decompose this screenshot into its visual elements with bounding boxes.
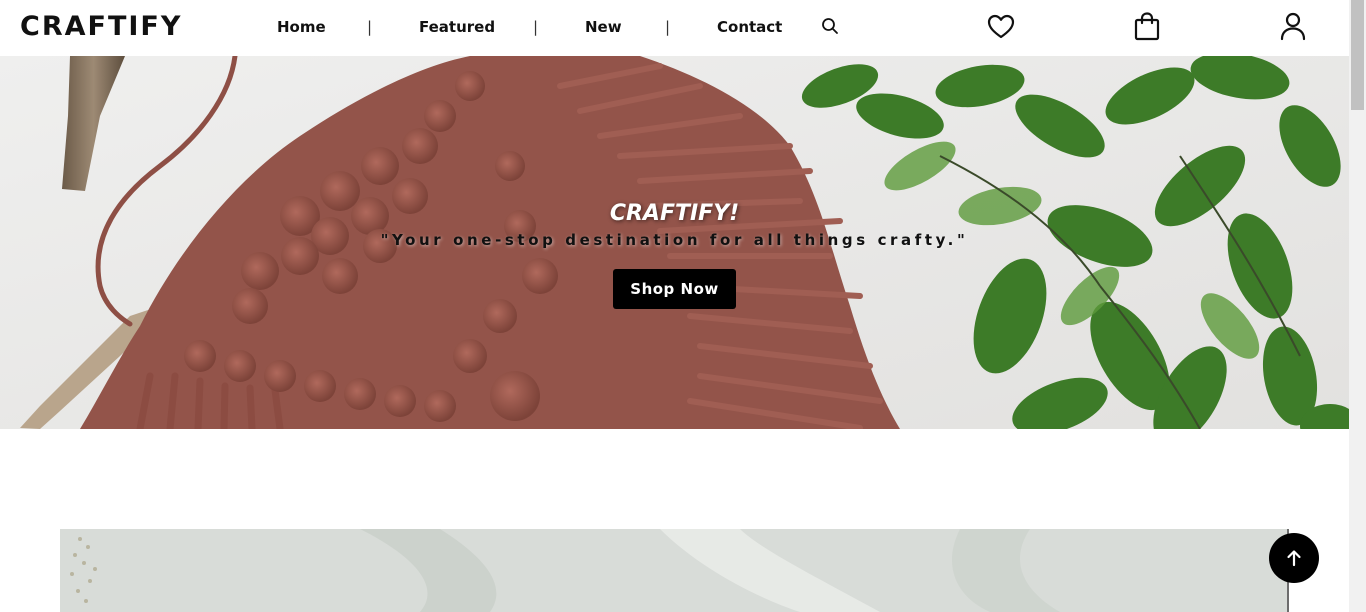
arrow-up-icon <box>1287 550 1301 567</box>
nav-separator: | <box>533 18 539 36</box>
shopping-bag-icon[interactable] <box>1131 10 1163 42</box>
shop-now-button[interactable]: Shop Now <box>613 269 736 309</box>
search-icon[interactable] <box>820 16 840 36</box>
nav-separator: | <box>367 18 373 36</box>
hero-title: CRAFTIFY! <box>609 201 740 226</box>
back-to-top-button[interactable] <box>1269 533 1319 583</box>
user-icon[interactable] <box>1277 10 1309 42</box>
featured-banner-image <box>60 529 1289 612</box>
nav-new-link[interactable]: New <box>585 18 622 36</box>
nav-featured-link[interactable]: Featured <box>419 18 495 36</box>
scrollbar-thumb[interactable] <box>1351 0 1364 110</box>
nav-contact-link[interactable]: Contact <box>717 18 782 36</box>
nav-home-link[interactable]: Home <box>277 18 326 36</box>
heart-icon[interactable] <box>985 10 1017 42</box>
hero-banner: CRAFTIFY! "Your one-stop destination for… <box>0 56 1349 429</box>
page: CRAFTIFY Home | Featured | New | Contact <box>0 0 1366 612</box>
brand-logo[interactable]: CRAFTIFY <box>20 11 182 42</box>
nav-separator: | <box>665 18 671 36</box>
hero-tagline: "Your one-stop destination for all thing… <box>380 231 969 249</box>
fabric-background-image <box>60 529 1289 612</box>
site-header: CRAFTIFY Home | Featured | New | Contact <box>0 0 1349 56</box>
